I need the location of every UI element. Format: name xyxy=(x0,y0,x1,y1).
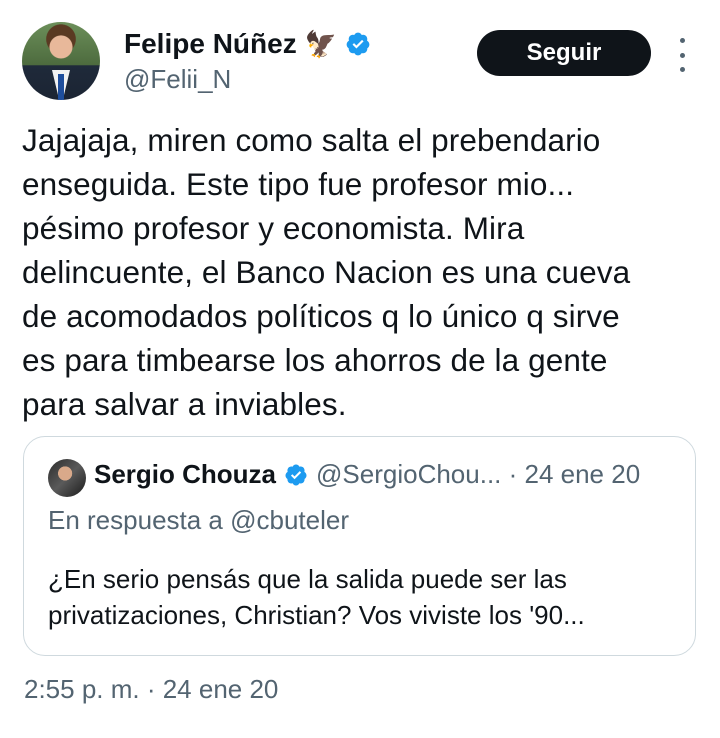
quoted-tweet-card[interactable]: Sergio Chouza @SergioChou... · 24 ene 20… xyxy=(23,436,696,656)
eagle-emoji-icon: 🦅 xyxy=(304,29,338,59)
author-name-row: Felipe Núñez 🦅 xyxy=(124,28,371,60)
tweet-text: Jajajaja, miren como salta el prebendari… xyxy=(22,122,631,422)
quoted-reply-to: En respuesta a @cbuteler xyxy=(48,505,350,535)
author-avatar[interactable] xyxy=(22,22,100,100)
quoted-verified-badge-icon xyxy=(285,464,307,485)
avatar-tie xyxy=(58,74,64,100)
more-options-icon[interactable] xyxy=(674,38,690,72)
quoted-author-avatar xyxy=(48,459,86,497)
tweet-timestamp[interactable]: 2:55 p. m. · 24 ene 20 xyxy=(24,674,278,705)
author-name[interactable]: Felipe Núñez xyxy=(124,28,297,60)
follow-button[interactable]: Seguir xyxy=(477,30,651,76)
verified-badge-icon xyxy=(346,32,370,56)
quoted-author-name: Sergio Chouza xyxy=(94,459,277,489)
quoted-author-row: Sergio Chouza @SergioChou... · 24 ene 20 xyxy=(94,459,640,490)
quoted-tweet-text: ¿En serio pensás que la salida puede ser… xyxy=(48,564,585,630)
quoted-handle-date: @SergioChou... · 24 ene 20 xyxy=(316,459,641,489)
author-handle[interactable]: @Felii_N xyxy=(124,64,231,95)
